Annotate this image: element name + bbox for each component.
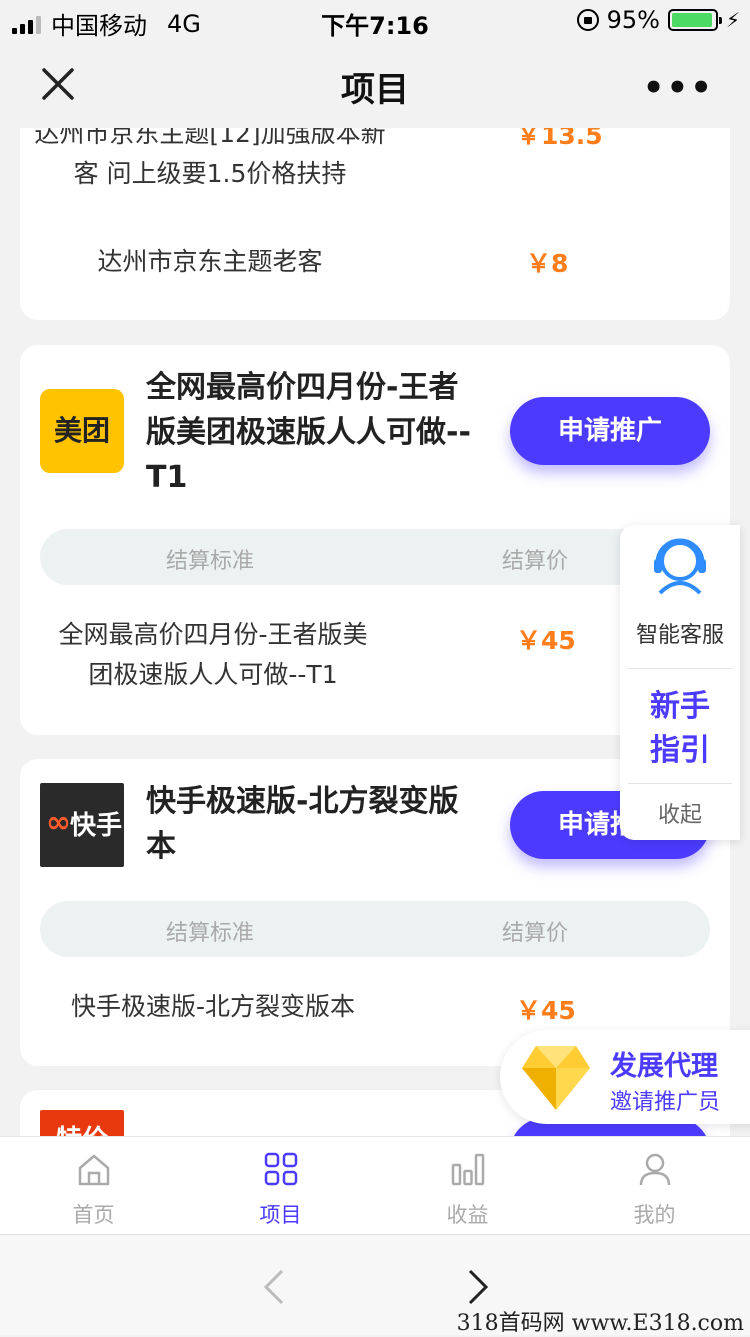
settlement-table-header: 结算标准 结算价 [40,529,710,585]
col-settlement-standard: 结算标准 [166,921,255,946]
collapse-button[interactable]: 收起 [620,797,740,829]
floating-service-panel: 智能客服 新手指引 收起 [620,525,740,840]
tab-mine-label: 我的 [633,1203,676,1227]
col-settlement-price: 结算价 [502,549,569,574]
project-card-jd: 达州市京东主题[12]加强版本新客 问上级要1.5价格扶持 ￥13.5 达州市京… [20,128,730,320]
beginner-guide-label: 新手指引 [650,689,710,768]
next-project-logo: 特价 [40,1110,124,1136]
settlement-row-name: 达州市京东主题[12]加强版本新客 问上级要1.5价格扶持 [34,128,386,188]
apply-promote-button[interactable]: 申请推广 [510,397,710,465]
user-icon [639,1153,671,1186]
status-bar: 中国移动 4G 下午7:16 95% ⚡ [0,0,750,40]
chevron-right-icon[interactable] [462,1267,492,1307]
customer-service-button[interactable]: 智能客服 [620,525,740,665]
diamond-icon [522,1046,590,1110]
col-settlement-price: 结算价 [502,921,569,946]
grid-icon [264,1152,298,1186]
settlement-row-name: 快手极速版-北方裂变版本 [70,992,356,1021]
tab-mine[interactable]: 我的 [561,1137,748,1235]
status-right: 95% ⚡ [576,6,740,34]
settlement-row-name: 全网最高价四月份-王者版美团极速版人人可做--T1 [58,620,368,689]
divider [628,783,732,784]
meituan-logo: 美团 [40,389,124,473]
bottom-tab-bar: 首页 项目 收益 我的 [0,1136,750,1235]
develop-agent-button[interactable]: 发展代理 邀请推广员 [500,1030,750,1124]
customer-service-icon [654,538,706,595]
home-icon [78,1154,110,1186]
agent-title: 发展代理 [610,1051,718,1082]
tab-home-label: 首页 [72,1203,115,1227]
project-title: 快手极速版-北方裂变版本 [146,784,459,864]
settlement-row-price: ￥45 [516,996,576,1025]
col-settlement-standard: 结算标准 [166,549,255,574]
tab-earnings-label: 收益 [446,1203,489,1227]
tab-earnings[interactable]: 收益 [374,1137,561,1235]
more-icon[interactable]: ••• [643,68,714,108]
settlement-row-price: ￥13.5 [516,128,603,150]
bar-chart-icon [451,1153,485,1186]
orientation-lock-icon [576,9,599,31]
charging-icon: ⚡ [725,8,740,32]
kuaishou-logo-mark: ∞ [46,805,71,840]
settlement-table-header: 结算标准 结算价 [40,901,710,957]
tab-projects[interactable]: 项目 [187,1137,374,1235]
battery-icon [667,9,722,31]
page-title: 项目 [341,70,409,110]
customer-service-label: 智能客服 [635,623,724,648]
battery-percent: 95% [606,6,660,34]
tab-home[interactable]: 首页 [0,1137,187,1235]
project-title: 全网最高价四月份-王者版美团极速版人人可做--T1 [146,370,471,495]
kuaishou-logo-text: 快手 [70,811,123,841]
agent-subtitle: 邀请推广员 [610,1090,721,1115]
nav-bar: 项目 ••• [0,40,750,128]
meituan-logo-text: 美团 [53,414,110,447]
settlement-row-name: 达州市京东主题老客 [97,247,323,276]
settlement-row-price: ￥8 [526,249,569,278]
beginner-guide-button[interactable]: 新手指引 [620,685,740,773]
chevron-left-icon[interactable] [260,1267,290,1307]
divider [628,668,732,669]
next-logo-text: 特价 [40,1110,124,1136]
kuaishou-logo: ∞ 快手 [40,783,124,867]
settlement-row-price: ￥45 [516,626,576,655]
watermark: 318首码网 www.E318.com [456,1311,744,1336]
tab-projects-label: 项目 [259,1203,302,1227]
browser-toolbar: 318首码网 www.E318.com [0,1234,750,1336]
